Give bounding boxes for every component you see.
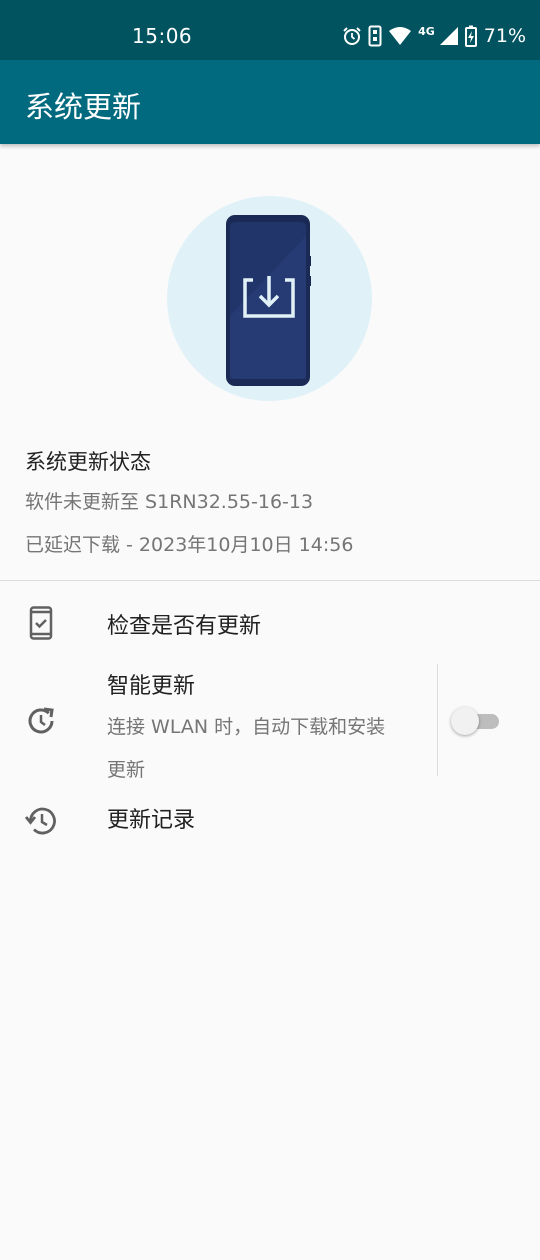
smart-update-toggle[interactable] [451,705,501,737]
check-for-updates-item[interactable]: 检查是否有更新 [0,590,540,656]
status-bar: 15:06 4G 71% [0,0,540,60]
update-history-label: 更新记录 [107,808,196,833]
smart-update-description: 连接 WLAN 时，自动下载和安装 更新 [107,706,417,792]
signal-icon [439,26,459,46]
status-time: 15:06 [132,24,193,48]
network-type: 4G [418,24,435,38]
update-deferred-text: 已延迟下载 - 2023年10月10日 14:56 [25,534,354,556]
clock-refresh-icon [24,704,58,742]
smart-update-label: 智能更新 [107,674,196,699]
smart-update-description-line-2: 更新 [107,759,146,781]
page-title: 系统更新 [25,90,142,124]
phone-check-icon [24,606,58,644]
app-bar: 系统更新 [0,60,540,144]
divider [0,580,540,581]
update-version-text: 软件未更新至 S1RN32.55-16-13 [25,491,314,513]
smart-update-description-line-1: 连接 WLAN 时，自动下载和安装 [107,716,386,738]
vibrate-icon [368,25,382,47]
update-history-item[interactable]: 更新记录 [0,790,540,850]
history-icon [24,804,58,842]
vertical-divider [437,664,438,776]
phone-download-icon [167,196,372,401]
battery-charging-icon [464,25,477,47]
wifi-icon [388,26,412,46]
check-for-updates-label: 检查是否有更新 [107,614,262,639]
toggle-thumb [451,707,479,735]
status-icons: 4G 71% [342,22,526,50]
update-status-title: 系统更新状态 [25,450,151,474]
alarm-icon [342,26,362,46]
smart-update-item[interactable]: 智能更新 连接 WLAN 时，自动下载和安装 更新 [0,660,540,781]
battery-percentage: 71% [483,25,526,47]
